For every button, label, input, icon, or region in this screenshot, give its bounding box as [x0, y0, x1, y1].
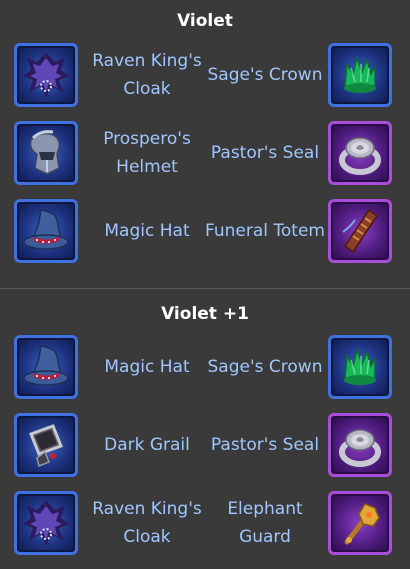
item-name[interactable]: Magic Hat: [84, 199, 210, 263]
grail-icon[interactable]: [14, 413, 78, 477]
totem-icon[interactable]: [328, 199, 392, 263]
item-name[interactable]: Sage's Crown: [204, 43, 326, 107]
helmet-icon[interactable]: [14, 121, 78, 185]
seal-ring-icon[interactable]: [328, 121, 392, 185]
item-row: Dark Grail Pastor's Seal: [0, 413, 410, 481]
item-name[interactable]: Funeral Totem: [204, 199, 326, 263]
item-row: Magic Hat Funeral Totem: [0, 199, 410, 267]
item-row: Prospero's Helmet Pastor's Seal: [0, 121, 410, 189]
item-name[interactable]: Magic Hat: [84, 335, 210, 399]
item-name[interactable]: Sage's Crown: [204, 335, 326, 399]
section-title: Violet +1: [161, 304, 249, 324]
item-name[interactable]: Prospero's Helmet: [84, 121, 210, 185]
seal-ring-icon[interactable]: [328, 413, 392, 477]
item-name[interactable]: Dark Grail: [84, 413, 210, 477]
item-name[interactable]: Raven King's Cloak: [84, 43, 210, 107]
green-crown-icon[interactable]: [328, 43, 392, 107]
item-name[interactable]: Pastor's Seal: [204, 413, 326, 477]
section-divider: [0, 288, 410, 289]
wizard-hat-icon[interactable]: [14, 335, 78, 399]
raven-cloak-icon[interactable]: [14, 43, 78, 107]
item-name[interactable]: Pastor's Seal: [204, 121, 326, 185]
section-title: Violet: [177, 11, 233, 31]
item-row: Magic Hat Sage's Crown: [0, 335, 410, 403]
item-name[interactable]: Elephant Guard: [204, 491, 326, 555]
mace-icon[interactable]: [328, 491, 392, 555]
wizard-hat-icon[interactable]: [14, 199, 78, 263]
item-row: Raven King's Cloak Elephant Guard: [0, 491, 410, 559]
raven-cloak-icon[interactable]: [14, 491, 78, 555]
green-crown-icon[interactable]: [328, 335, 392, 399]
item-name[interactable]: Raven King's Cloak: [84, 491, 210, 555]
item-row: Raven King's Cloak Sage's Crown: [0, 43, 410, 111]
